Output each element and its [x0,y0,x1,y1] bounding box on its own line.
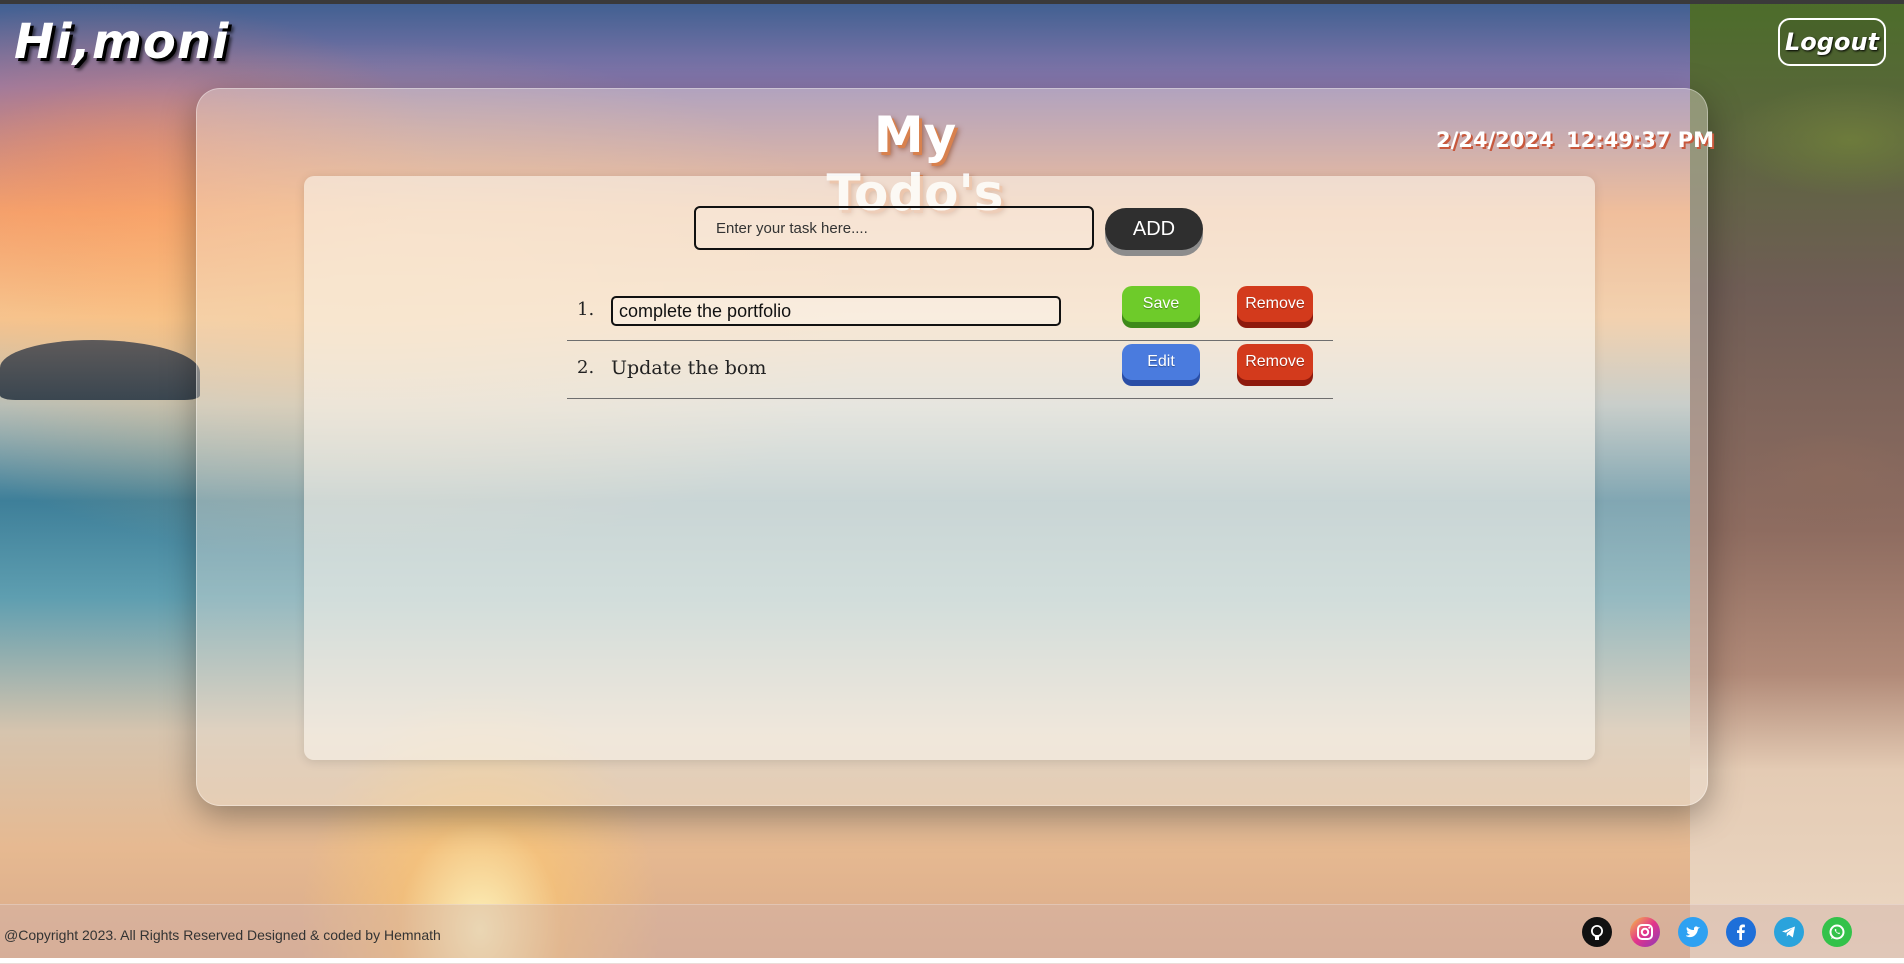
todo-card [304,176,1595,760]
instagram-icon[interactable] [1630,917,1660,947]
background-rocks-right [1690,0,1904,963]
bottom-strip [0,958,1904,963]
save-button[interactable]: Save [1122,286,1200,322]
remove-button[interactable]: Remove [1237,286,1313,322]
copyright-text: @Copyright 2023. All Rights Reserved Des… [4,927,441,943]
todo-number: 2. [577,357,595,378]
add-button[interactable]: ADD [1105,208,1203,250]
todo-text: Update the bom [611,357,767,379]
facebook-icon[interactable] [1726,917,1756,947]
background-rocks-left [0,340,200,400]
current-time: 12:49:37 PM [1566,128,1715,152]
twitter-icon[interactable] [1678,917,1708,947]
todo-number: 1. [577,299,595,320]
todo-row: 2. Update the bom Edit Remove [567,340,1333,399]
current-date: 2/24/2024 [1436,128,1554,152]
todo-edit-input[interactable] [611,296,1061,326]
logout-button[interactable]: Logout [1778,18,1886,66]
todo-row: 1. Save Remove [567,282,1333,341]
whatsapp-icon[interactable] [1822,917,1852,947]
telegram-icon[interactable] [1774,917,1804,947]
edit-button[interactable]: Edit [1122,344,1200,380]
remove-button[interactable]: Remove [1237,344,1313,380]
github-icon[interactable] [1582,917,1612,947]
top-strip [0,0,1904,4]
greeting-heading: Hi,moni [14,14,230,70]
footer: @Copyright 2023. All Rights Reserved Des… [0,904,1904,964]
social-links [1582,917,1852,947]
task-input[interactable] [694,206,1094,250]
